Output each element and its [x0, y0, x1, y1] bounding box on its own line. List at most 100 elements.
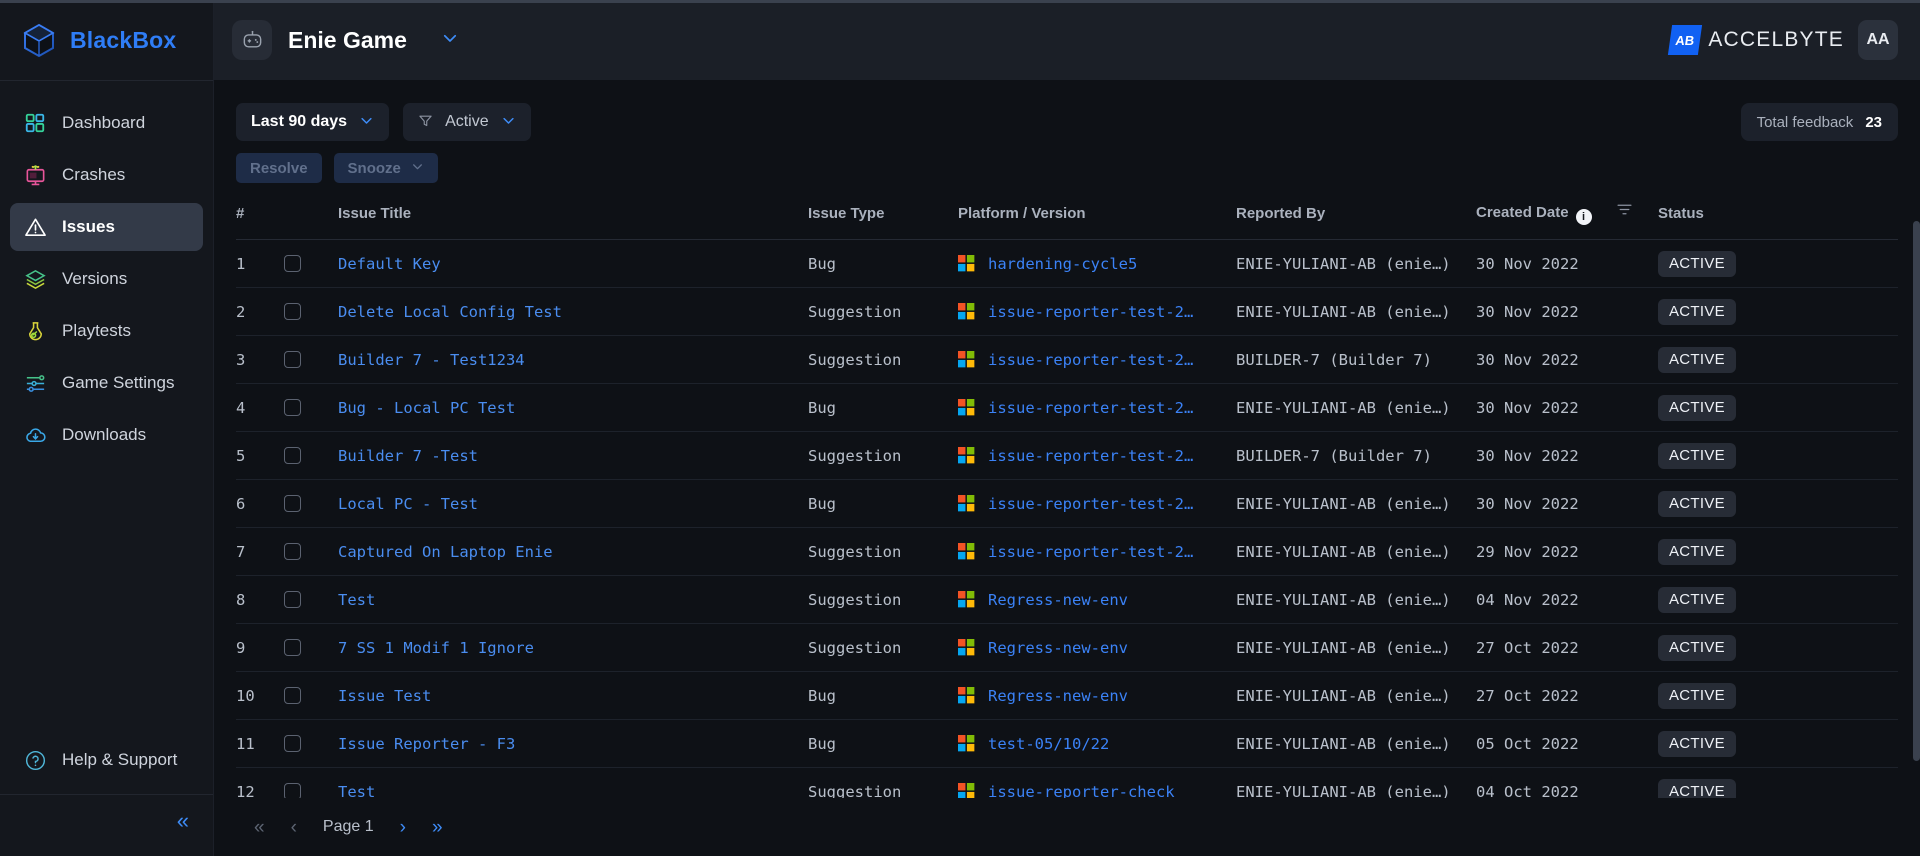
- sidebar-item-game-settings[interactable]: Game Settings: [10, 359, 203, 407]
- table-row[interactable]: 4 Bug - Local PC Test Bug issue-reporter-te…: [236, 383, 1898, 432]
- col-issue-title[interactable]: Issue Title: [338, 201, 808, 240]
- game-selector[interactable]: Enie Game: [232, 20, 407, 60]
- snooze-button[interactable]: Snooze: [333, 153, 438, 183]
- row-issue-title[interactable]: Delete Local Config Test: [338, 287, 808, 336]
- sidebar-item-downloads[interactable]: Downloads: [10, 411, 203, 459]
- row-checkbox[interactable]: [284, 591, 301, 608]
- row-issue-title[interactable]: Builder 7 -Test: [338, 431, 808, 480]
- row-checkbox-cell[interactable]: [284, 671, 338, 720]
- row-platform-version[interactable]: issue-reporter-test-2…: [958, 527, 1236, 576]
- table-row[interactable]: 10 Issue Test Bug Regress-new-env ENIE-YULIA…: [236, 671, 1898, 720]
- row-platform-version[interactable]: issue-reporter-test-2…: [958, 383, 1236, 432]
- row-checkbox[interactable]: [284, 783, 301, 798]
- table-row[interactable]: 1 Default Key Bug hardening-cycle5 ENIE-YULI…: [236, 239, 1898, 288]
- platform-link[interactable]: issue-reporter-test-2…: [988, 543, 1193, 561]
- sidebar-item-issues[interactable]: Issues: [10, 203, 203, 251]
- col-reported-by[interactable]: Reported By: [1236, 201, 1476, 240]
- col-platform-version[interactable]: Platform / Version: [958, 201, 1236, 240]
- issue-title-link[interactable]: Test: [338, 783, 375, 799]
- row-platform-version[interactable]: Regress-new-env: [958, 575, 1236, 624]
- sidebar-item-crashes[interactable]: Crashes: [10, 151, 203, 199]
- platform-link[interactable]: issue-reporter-test-2…: [988, 495, 1193, 513]
- table-row[interactable]: 2 Delete Local Config Test Suggestion issue…: [236, 287, 1898, 336]
- avatar[interactable]: AA: [1858, 20, 1898, 60]
- help-support-item[interactable]: Help & Support: [10, 736, 203, 784]
- row-issue-title[interactable]: Bug - Local PC Test: [338, 383, 808, 432]
- table-row[interactable]: 7 Captured On Laptop Enie Suggestion issue-…: [236, 527, 1898, 576]
- chevron-double-left-icon[interactable]: «: [254, 818, 265, 837]
- row-issue-title[interactable]: Test: [338, 767, 808, 799]
- row-checkbox-cell[interactable]: [284, 431, 338, 480]
- platform-link[interactable]: issue-reporter-test-2…: [988, 447, 1193, 465]
- table-row[interactable]: 3 Builder 7 - Test1234 Suggestion issue-rep…: [236, 335, 1898, 384]
- issue-title-link[interactable]: Issue Test: [338, 687, 431, 705]
- issue-title-link[interactable]: Builder 7 - Test1234: [338, 351, 525, 369]
- row-checkbox[interactable]: [284, 255, 301, 272]
- row-checkbox-cell[interactable]: [284, 575, 338, 624]
- row-platform-version[interactable]: Regress-new-env: [958, 623, 1236, 672]
- issue-title-link[interactable]: Default Key: [338, 255, 441, 273]
- row-checkbox-cell[interactable]: [284, 623, 338, 672]
- issue-title-link[interactable]: Issue Reporter - F3: [338, 735, 515, 753]
- platform-link[interactable]: issue-reporter-test-2…: [988, 351, 1193, 369]
- row-checkbox-cell[interactable]: [284, 287, 338, 336]
- row-platform-version[interactable]: Regress-new-env: [958, 671, 1236, 720]
- row-checkbox[interactable]: [284, 543, 301, 560]
- row-issue-title[interactable]: Test: [338, 575, 808, 624]
- row-checkbox[interactable]: [284, 447, 301, 464]
- row-checkbox-cell[interactable]: [284, 527, 338, 576]
- chevron-double-right-icon[interactable]: »: [432, 818, 443, 837]
- info-icon[interactable]: i: [1575, 209, 1592, 225]
- vertical-scrollbar[interactable]: [1913, 81, 1920, 856]
- row-platform-version[interactable]: issue-reporter-check: [958, 767, 1236, 799]
- row-checkbox[interactable]: [284, 303, 301, 320]
- col-status[interactable]: Status: [1658, 201, 1898, 240]
- row-platform-version[interactable]: hardening-cycle5: [958, 239, 1236, 288]
- row-issue-title[interactable]: Captured On Laptop Enie: [338, 527, 808, 576]
- row-checkbox-cell[interactable]: [284, 719, 338, 768]
- table-row[interactable]: 11 Issue Reporter - F3 Bug test-05/10/22 ENI…: [236, 719, 1898, 768]
- chevron-down-icon[interactable]: [441, 29, 459, 51]
- row-issue-title[interactable]: Issue Reporter - F3: [338, 719, 808, 768]
- col-created-date[interactable]: Created Date i: [1476, 201, 1658, 240]
- sort-icon[interactable]: [1612, 204, 1633, 222]
- platform-link[interactable]: issue-reporter-test-2…: [988, 399, 1193, 417]
- status-filter-dropdown[interactable]: Active: [403, 103, 531, 141]
- row-checkbox[interactable]: [284, 735, 301, 752]
- row-platform-version[interactable]: issue-reporter-test-2…: [958, 287, 1236, 336]
- row-issue-title[interactable]: 7 SS 1 Modif 1 Ignore: [338, 623, 808, 672]
- date-range-dropdown[interactable]: Last 90 days: [236, 103, 390, 141]
- platform-link[interactable]: issue-reporter-check: [988, 783, 1175, 799]
- issue-title-link[interactable]: Test: [338, 591, 375, 609]
- sidebar-item-playtests[interactable]: Playtests: [10, 307, 203, 355]
- row-checkbox-cell[interactable]: [284, 335, 338, 384]
- row-checkbox-cell[interactable]: [284, 383, 338, 432]
- issue-title-link[interactable]: 7 SS 1 Modif 1 Ignore: [338, 639, 534, 657]
- platform-link[interactable]: issue-reporter-test-2…: [988, 303, 1193, 321]
- chevron-left-icon[interactable]: ‹: [291, 818, 297, 837]
- table-row[interactable]: 8 Test Suggestion Regress-new-env ENIE-YULIA…: [236, 575, 1898, 624]
- row-checkbox[interactable]: [284, 399, 301, 416]
- row-issue-title[interactable]: Local PC - Test: [338, 479, 808, 528]
- table-row[interactable]: 12 Test Suggestion issue-reporter-check ENIE…: [236, 767, 1898, 799]
- issue-title-link[interactable]: Local PC - Test: [338, 495, 478, 513]
- brand-header[interactable]: BlackBox: [0, 0, 213, 81]
- row-checkbox-cell[interactable]: [284, 767, 338, 798]
- scrollbar-thumb[interactable]: [1913, 221, 1920, 761]
- table-row[interactable]: 9 7 SS 1 Modif 1 Ignore Suggestion Regress-…: [236, 623, 1898, 672]
- chevron-double-left-icon[interactable]: «: [177, 809, 189, 832]
- sidebar-item-dashboard[interactable]: Dashboard: [10, 99, 203, 147]
- row-platform-version[interactable]: issue-reporter-test-2…: [958, 335, 1236, 384]
- sidebar-item-versions[interactable]: Versions: [10, 255, 203, 303]
- row-platform-version[interactable]: issue-reporter-test-2…: [958, 431, 1236, 480]
- col-issue-type[interactable]: Issue Type: [808, 201, 958, 240]
- row-checkbox-cell[interactable]: [284, 479, 338, 528]
- issue-title-link[interactable]: Bug - Local PC Test: [338, 399, 515, 417]
- issue-title-link[interactable]: Delete Local Config Test: [338, 303, 562, 321]
- chevron-right-icon[interactable]: ›: [400, 818, 406, 837]
- row-checkbox[interactable]: [284, 495, 301, 512]
- platform-link[interactable]: test-05/10/22: [988, 735, 1109, 753]
- row-platform-version[interactable]: issue-reporter-test-2…: [958, 479, 1236, 528]
- row-checkbox-cell[interactable]: [284, 239, 338, 288]
- row-checkbox[interactable]: [284, 639, 301, 656]
